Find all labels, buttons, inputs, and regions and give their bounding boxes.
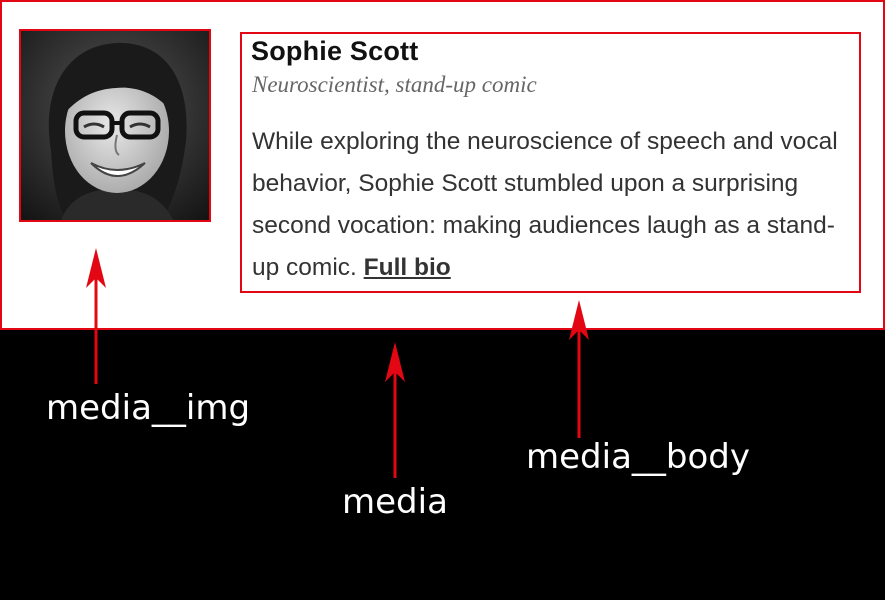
profile-role: Neuroscientist, stand-up comic: [252, 72, 537, 97]
media-container: Sophie Scott Neuroscientist, stand-up co…: [0, 0, 885, 330]
profile-name: Sophie Scott: [251, 36, 419, 66]
profile-bio: While exploring the neuroscience of spee…: [252, 121, 858, 289]
arrow-up-icon: [569, 300, 589, 438]
media-body: Sophie Scott Neuroscientist, stand-up co…: [240, 32, 861, 293]
label-media-body: media__body: [526, 437, 750, 477]
full-bio-link[interactable]: Full bio: [364, 254, 451, 281]
bio-text: While exploring the neuroscience of spee…: [252, 128, 838, 281]
portrait-image: [21, 31, 209, 220]
label-media-img: media__img: [46, 388, 251, 428]
label-media: media: [342, 482, 448, 522]
arrow-up-icon: [86, 248, 106, 384]
arrow-up-icon: [385, 342, 405, 478]
profile-photo: [19, 29, 211, 222]
